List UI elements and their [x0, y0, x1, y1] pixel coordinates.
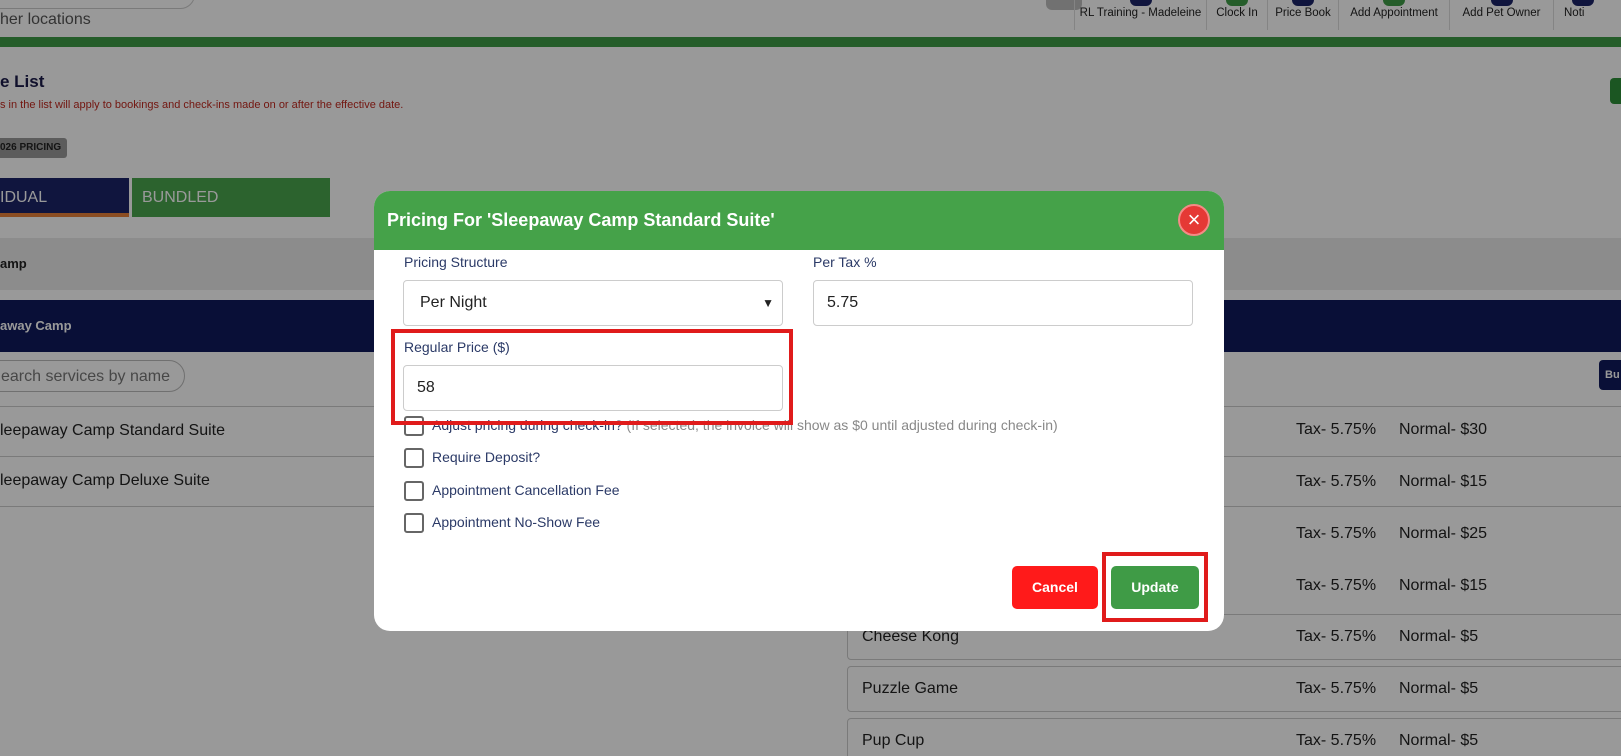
pricing-structure-select[interactable]: Per Night ▼: [403, 280, 783, 326]
require-deposit-label: Require Deposit?: [432, 449, 541, 465]
highlight-regular-price: [391, 329, 793, 425]
tax-label: Per Tax %: [813, 254, 877, 270]
pricing-modal: Pricing For 'Sleepaway Camp Standard Sui…: [374, 191, 1224, 631]
no-show-fee-label: Appointment No-Show Fee: [432, 514, 601, 530]
modal-title: Pricing For 'Sleepaway Camp Standard Sui…: [387, 210, 775, 230]
cancellation-fee-checkbox[interactable]: [404, 481, 424, 501]
cancel-button[interactable]: Cancel: [1012, 566, 1098, 609]
highlight-update-button: [1102, 552, 1208, 622]
pricing-structure-label: Pricing Structure: [404, 254, 508, 270]
chevron-down-icon: ▼: [762, 296, 774, 310]
modal-header: Pricing For 'Sleepaway Camp Standard Sui…: [374, 191, 1224, 250]
tax-input[interactable]: 5.75: [813, 280, 1193, 326]
require-deposit-checkbox[interactable]: [404, 448, 424, 468]
no-show-fee-checkbox[interactable]: [404, 513, 424, 533]
cancellation-fee-label: Appointment Cancellation Fee: [432, 482, 620, 498]
close-icon[interactable]: ×: [1178, 204, 1210, 236]
